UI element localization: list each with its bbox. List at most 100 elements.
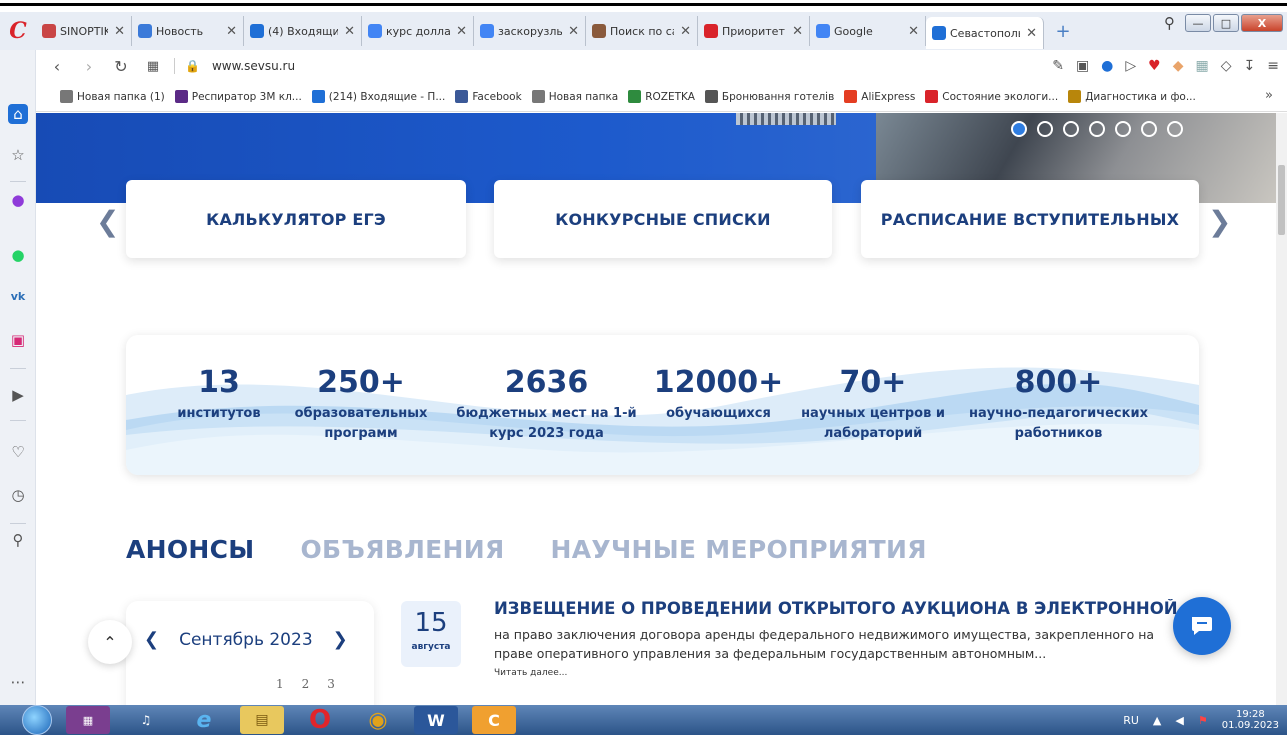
close-icon[interactable]: ✕ <box>908 24 919 39</box>
minimize-button[interactable]: — <box>1185 14 1211 32</box>
calendar-next-icon[interactable]: ❯ <box>333 629 348 650</box>
calendar-prev-icon[interactable]: ❮ <box>144 629 159 650</box>
quick-link-competitive-lists[interactable]: КОНКУРСНЫЕ СПИСКИ <box>494 180 832 258</box>
extension-icon[interactable]: ◆ <box>1173 58 1184 74</box>
star-icon[interactable]: ☆ <box>8 145 28 165</box>
start-button[interactable] <box>22 705 52 735</box>
clock[interactable]: 19:28 01.09.2023 <box>1222 709 1279 732</box>
carousel-prev-icon[interactable]: ❮ <box>96 205 119 238</box>
slider-dot[interactable] <box>1063 121 1079 137</box>
download-icon[interactable]: ↧ <box>1244 58 1256 74</box>
maximize-button[interactable]: □ <box>1213 14 1239 32</box>
bookmark-item[interactable]: Бронювання готелів <box>704 90 834 103</box>
language-indicator[interactable]: RU <box>1123 714 1139 727</box>
calendar-day[interactable]: 2 <box>302 677 310 691</box>
quick-link-exam-schedule[interactable]: РАСПИСАНИЕ ВСТУПИТЕЛЬНЫХ <box>861 180 1199 258</box>
browser-tab[interactable]: Приоритет 2 ✕ <box>698 16 810 46</box>
puzzle-icon[interactable]: ▦ <box>1196 58 1209 74</box>
lock-icon[interactable]: 🔒 <box>185 59 200 73</box>
edit-icon[interactable]: ✎ <box>1052 58 1064 74</box>
browser-tab[interactable]: Новость ✕ <box>132 16 244 46</box>
bookmark-item[interactable]: Респиратор 3М кл... <box>174 90 302 103</box>
shield-icon[interactable]: ● <box>1101 58 1113 74</box>
winrar-icon[interactable]: ▦ <box>66 706 110 734</box>
whatsapp-icon[interactable]: ● <box>8 245 28 265</box>
menu-icon[interactable]: ≡ <box>1267 58 1279 74</box>
tray-arrow-icon[interactable]: ▲ <box>1153 714 1161 727</box>
close-icon[interactable]: ✕ <box>114 24 125 39</box>
close-icon[interactable]: ✕ <box>456 24 467 39</box>
bookmark-item[interactable]: Новая папка <box>531 90 618 103</box>
tab-scientific-events[interactable]: НАУЧНЫЕ МЕРОПРИЯТИЯ <box>551 535 927 564</box>
chrome-icon[interactable]: ◉ <box>356 706 400 734</box>
network-icon[interactable]: ⚑ <box>1198 714 1208 727</box>
lightbulb-icon[interactable]: ⚲ <box>8 530 28 550</box>
calendar-day[interactable]: 1 <box>276 677 284 691</box>
heart-icon[interactable]: ♥ <box>1148 58 1161 74</box>
word-icon[interactable]: W <box>414 706 458 734</box>
chat-button[interactable] <box>1173 597 1231 655</box>
browser-tab[interactable]: Google ✕ <box>810 16 926 46</box>
slider-dot[interactable] <box>1167 121 1183 137</box>
browser-logo[interactable]: C <box>0 13 36 49</box>
ie-icon[interactable]: e <box>182 706 226 734</box>
search-icon[interactable]: ⚲ <box>1164 14 1175 32</box>
reload-button[interactable]: ↻ <box>110 57 132 76</box>
close-icon[interactable]: ✕ <box>680 24 691 39</box>
slider-dot[interactable] <box>1089 121 1105 137</box>
sound-icon[interactable]: ♫ <box>124 706 168 734</box>
scroll-thumb[interactable] <box>1278 165 1285 235</box>
browser-tab[interactable]: курс доллар ✕ <box>362 16 474 46</box>
news-title[interactable]: ИЗВЕЩЕНИЕ О ПРОВЕДЕНИИ ОТКРЫТОГО АУКЦИОН… <box>494 599 1184 618</box>
heart-outline-icon[interactable]: ♡ <box>8 442 28 462</box>
grid-icon[interactable]: ▦ <box>142 59 164 74</box>
bookmarks-more-icon[interactable]: » <box>1265 88 1273 103</box>
messenger-icon[interactable]: ● <box>8 190 28 210</box>
slider-dot[interactable] <box>1141 121 1157 137</box>
close-icon[interactable]: ✕ <box>226 24 237 39</box>
close-icon[interactable]: ✕ <box>568 24 579 39</box>
browser-taskbar-icon[interactable]: C <box>472 706 516 734</box>
close-icon[interactable]: ✕ <box>344 24 355 39</box>
browser-tab[interactable]: Поиск по са ✕ <box>586 16 698 46</box>
home-icon[interactable]: ⌂ <box>8 104 28 124</box>
slider-dot[interactable] <box>1037 121 1053 137</box>
bookmark-item[interactable]: Диагностика и фо... <box>1068 90 1196 103</box>
calendar-day[interactable]: 3 <box>327 677 335 691</box>
back-button[interactable]: ‹ <box>46 57 68 76</box>
close-icon[interactable]: ✕ <box>792 24 803 39</box>
volume-icon[interactable]: ◀ <box>1175 714 1183 727</box>
browser-tab[interactable]: (4) Входящие ✕ <box>244 16 362 46</box>
browser-tab[interactable]: заскорузлый ✕ <box>474 16 586 46</box>
browser-tab[interactable]: Севастополь ✕ <box>926 17 1044 49</box>
history-icon[interactable]: ◷ <box>8 485 28 505</box>
bookmark-item[interactable]: Новая папка (1) <box>60 90 165 103</box>
close-icon[interactable]: ✕ <box>1026 26 1037 41</box>
slider-dot[interactable] <box>1011 121 1027 137</box>
new-tab-button[interactable]: + <box>1050 20 1076 42</box>
browser-tab[interactable]: SINOPTIK: Пр ✕ <box>36 16 132 46</box>
instagram-icon[interactable]: ▣ <box>8 330 28 350</box>
tab-announcements[interactable]: АНОНСЫ <box>126 535 255 564</box>
tab-notices[interactable]: ОБЪЯВЛЕНИЯ <box>301 535 505 564</box>
vk-icon[interactable]: vk <box>8 286 28 306</box>
forward-button[interactable]: › <box>78 57 100 76</box>
play-icon[interactable]: ▶ <box>8 385 28 405</box>
read-more-link[interactable]: Читать далее... <box>494 668 567 678</box>
send-icon[interactable]: ▷ <box>1125 58 1136 74</box>
bookmark-item[interactable]: Facebook <box>455 90 522 103</box>
url-field[interactable]: www.sevsu.ru <box>212 59 295 73</box>
opera-icon[interactable]: O <box>298 705 342 735</box>
scrollbar[interactable] <box>1276 113 1287 705</box>
bookmark-item[interactable]: AliExpress <box>844 90 915 103</box>
more-icon[interactable]: ⋯ <box>8 672 28 692</box>
carousel-next-icon[interactable]: ❯ <box>1208 205 1231 238</box>
camera-icon[interactable]: ▣ <box>1076 58 1089 74</box>
bookmark-item[interactable]: (214) Входящие - П... <box>311 90 445 103</box>
scroll-to-top-button[interactable]: ⌃ <box>88 620 132 664</box>
bookmark-item[interactable]: ROZETKA <box>628 90 695 103</box>
quick-link-ege-calculator[interactable]: КАЛЬКУЛЯТОР ЕГЭ <box>126 180 466 258</box>
slider-dot[interactable] <box>1115 121 1131 137</box>
cube-icon[interactable]: ◇ <box>1221 58 1232 74</box>
explorer-icon[interactable]: ▤ <box>240 706 284 734</box>
